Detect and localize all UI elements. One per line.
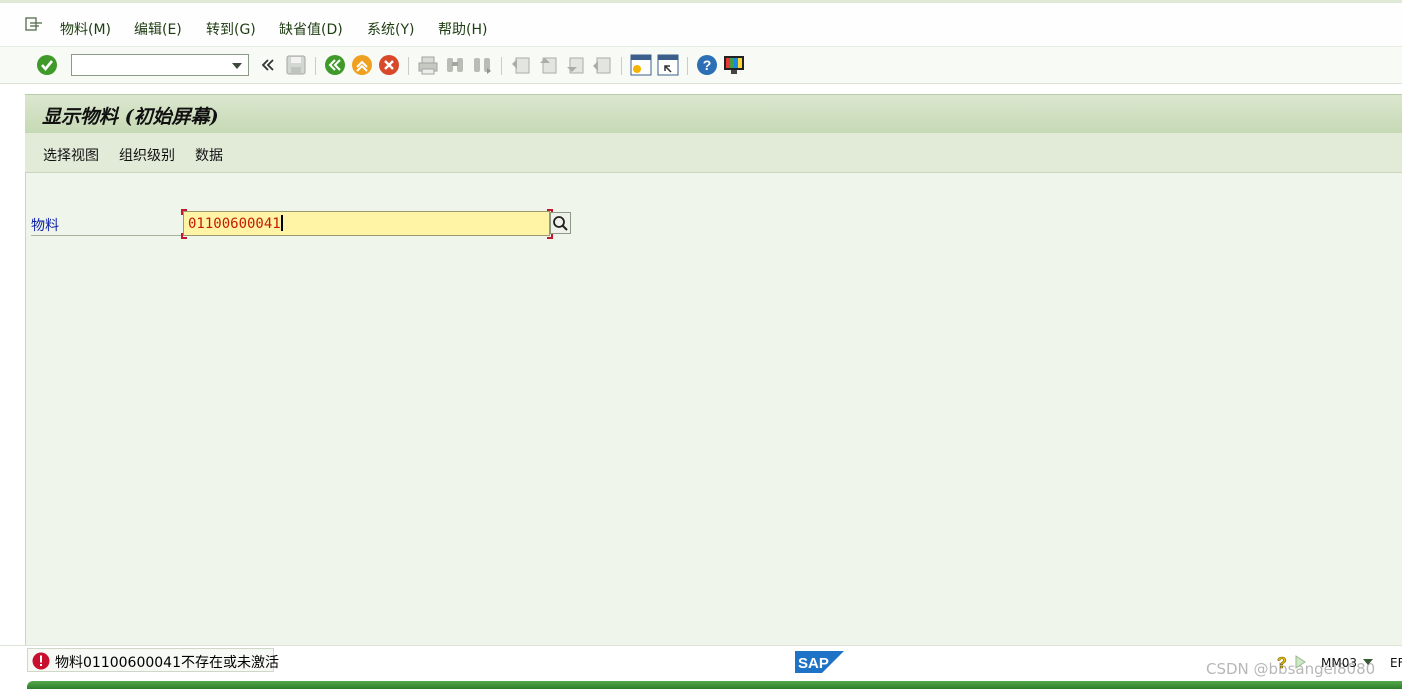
chevron-down-icon[interactable] [1362,658,1374,666]
question-icon[interactable]: ? [1274,653,1290,671]
back-icon[interactable] [324,54,346,76]
exit-icon[interactable] [351,54,373,76]
required-corner [181,209,187,215]
save-icon[interactable] [285,54,307,76]
play-icon[interactable] [1294,655,1306,669]
standard-toolbar: ? [0,46,1402,84]
enter-icon[interactable] [36,54,58,76]
first-page-icon[interactable] [510,54,532,76]
toolbar-separator [621,57,622,75]
print-icon[interactable] [417,54,439,76]
collapse-icon[interactable] [258,54,280,76]
material-label: 物料 [31,215,181,236]
material-input-value[interactable]: 01100600041 [188,216,281,232]
menu-item-edit[interactable]: 编辑(E) [134,19,182,39]
select-views-button[interactable]: 选择视图 [43,145,99,165]
find-icon[interactable] [444,54,466,76]
application-toolbar: 选择视图 组织级别 数据 [25,133,1402,173]
screen-title-bar: 显示物料 (初始屏幕) [25,94,1402,133]
error-icon [32,652,50,670]
toolbar-separator [501,57,502,75]
menu-item-material[interactable]: 物料(M) [60,19,111,39]
toolbar-separator [408,57,409,75]
transaction-code: MM03 [1321,656,1357,670]
menu-item-defaults[interactable]: 缺省值(D) [279,19,343,39]
previous-page-icon[interactable] [537,54,559,76]
content-area [25,173,1402,645]
toolbar-separator [315,57,316,75]
command-field[interactable] [71,54,249,76]
create-session-icon[interactable] [630,54,652,76]
page-title: 显示物料 (初始屏幕) [42,106,219,128]
data-button[interactable]: 数据 [195,145,223,165]
menu-icon[interactable] [25,17,43,31]
search-icon [553,216,568,231]
system-id: EF [1390,656,1402,670]
menu-item-system[interactable]: 系统(Y) [367,19,414,39]
toolbar-separator [687,57,688,75]
help-icon[interactable]: ? [696,54,718,76]
bottom-green-border [27,681,1402,689]
find-next-icon[interactable] [471,54,493,76]
material-input[interactable]: 01100600041 [183,211,550,236]
generate-shortcut-icon[interactable] [657,54,679,76]
svg-text:?: ? [703,57,712,73]
status-message: 物料01100600041不存在或未激活 [55,655,279,671]
last-page-icon[interactable] [591,54,613,76]
menu-item-goto[interactable]: 转到(G) [206,19,256,39]
next-page-icon[interactable] [564,54,586,76]
chevron-down-icon[interactable] [232,63,242,69]
value-help-button[interactable] [550,212,571,234]
org-levels-button[interactable]: 组织级别 [119,145,175,165]
layout-icon[interactable] [723,54,745,76]
menu-item-help[interactable]: 帮助(H) [438,19,487,39]
svg-text:?: ? [1277,655,1287,671]
status-message-box[interactable]: 物料01100600041不存在或未激活 [27,648,279,672]
sap-logo-icon: SAP [795,651,844,673]
text-cursor [280,215,283,231]
cancel-icon[interactable] [378,54,400,76]
required-corner [181,233,187,239]
svg-text:SAP: SAP [798,655,829,672]
